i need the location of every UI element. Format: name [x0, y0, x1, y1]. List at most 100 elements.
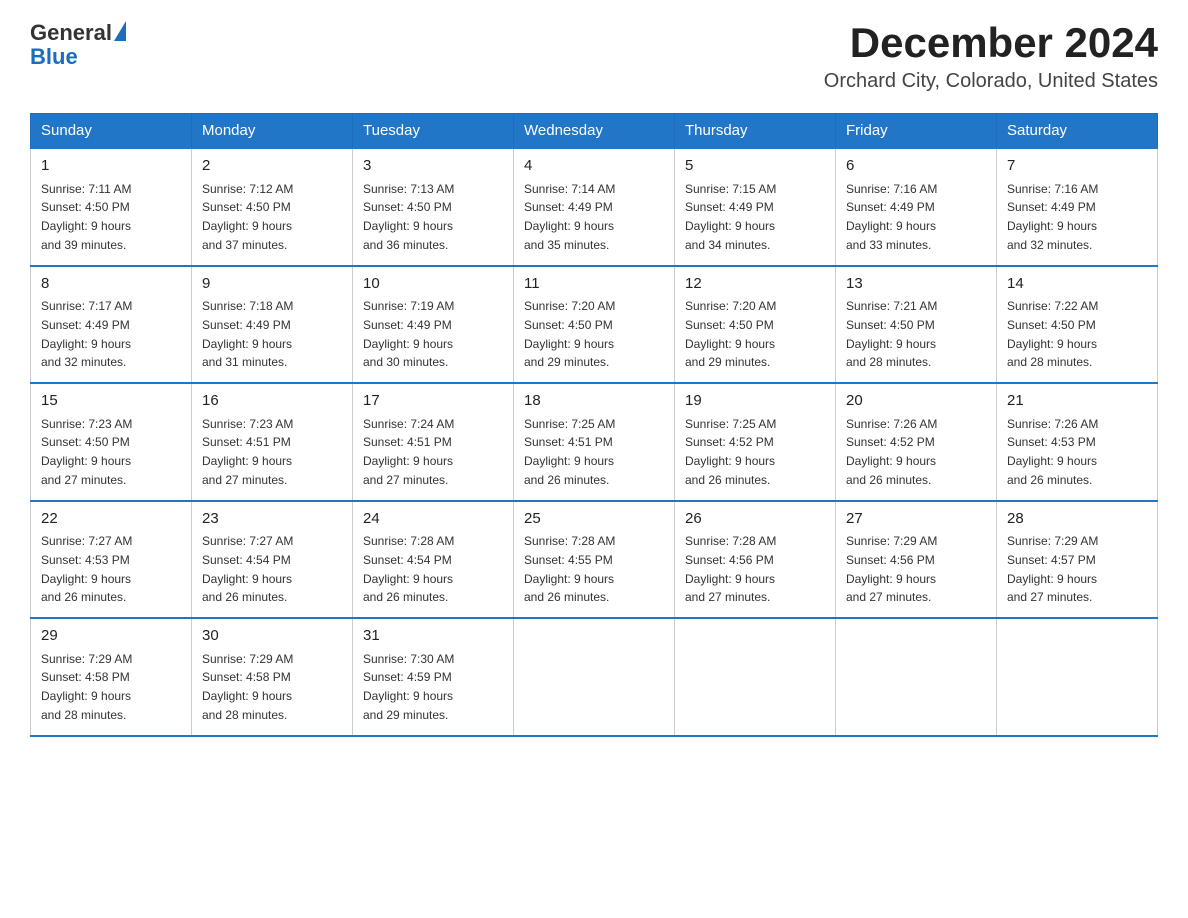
calendar-cell: 29 Sunrise: 7:29 AMSunset: 4:58 PMDayligh… — [31, 618, 192, 736]
day-info: Sunrise: 7:25 AMSunset: 4:51 PMDaylight:… — [524, 417, 615, 487]
day-number: 22 — [41, 508, 181, 531]
day-number: 5 — [685, 155, 825, 178]
day-number: 23 — [202, 508, 342, 531]
calendar-cell: 2 Sunrise: 7:12 AMSunset: 4:50 PMDaylight… — [192, 148, 353, 266]
month-title: December 2024 — [824, 20, 1158, 66]
day-info: Sunrise: 7:18 AMSunset: 4:49 PMDaylight:… — [202, 299, 293, 369]
calendar-cell: 7 Sunrise: 7:16 AMSunset: 4:49 PMDaylight… — [997, 148, 1158, 266]
title-area: December 2024 Orchard City, Colorado, Un… — [824, 20, 1158, 93]
day-info: Sunrise: 7:26 AMSunset: 4:53 PMDaylight:… — [1007, 417, 1098, 487]
day-number: 3 — [363, 155, 503, 178]
calendar-cell: 27Sunrise: 7:29 AMSunset: 4:56 PMDayligh… — [836, 501, 997, 619]
day-info: Sunrise: 7:28 AMSunset: 4:56 PMDaylight:… — [685, 534, 776, 604]
header-day-sunday: Sunday — [31, 114, 192, 149]
calendar-cell: 23 Sunrise: 7:27 AMSunset: 4:54 PMDayligh… — [192, 501, 353, 619]
day-number: 25 — [524, 508, 664, 531]
day-info: Sunrise: 7:27 AMSunset: 4:53 PMDaylight:… — [41, 534, 132, 604]
day-number: 26 — [685, 508, 825, 531]
header-day-friday: Friday — [836, 114, 997, 149]
calendar-cell — [675, 618, 836, 736]
day-number: 13 — [846, 273, 986, 296]
day-info: Sunrise: 7:16 AMSunset: 4:49 PMDaylight:… — [846, 182, 937, 252]
calendar-cell: 3 Sunrise: 7:13 AMSunset: 4:50 PMDaylight… — [353, 148, 514, 266]
calendar-cell: 10 Sunrise: 7:19 AMSunset: 4:49 PMDayligh… — [353, 266, 514, 384]
calendar-cell: 19 Sunrise: 7:25 AMSunset: 4:52 PMDayligh… — [675, 383, 836, 501]
calendar-header-row: SundayMondayTuesdayWednesdayThursdayFrid… — [31, 114, 1158, 149]
day-number: 4 — [524, 155, 664, 178]
calendar-cell: 8 Sunrise: 7:17 AMSunset: 4:49 PMDaylight… — [31, 266, 192, 384]
day-info: Sunrise: 7:29 AMSunset: 4:56 PMDaylight:… — [846, 534, 937, 604]
logo-blue-text: Blue — [30, 44, 78, 70]
calendar-cell — [836, 618, 997, 736]
day-info: Sunrise: 7:19 AMSunset: 4:49 PMDaylight:… — [363, 299, 454, 369]
day-info: Sunrise: 7:22 AMSunset: 4:50 PMDaylight:… — [1007, 299, 1098, 369]
day-info: Sunrise: 7:24 AMSunset: 4:51 PMDaylight:… — [363, 417, 454, 487]
week-row-5: 29 Sunrise: 7:29 AMSunset: 4:58 PMDayligh… — [31, 618, 1158, 736]
day-info: Sunrise: 7:17 AMSunset: 4:49 PMDaylight:… — [41, 299, 132, 369]
header-day-saturday: Saturday — [997, 114, 1158, 149]
week-row-3: 15Sunrise: 7:23 AMSunset: 4:50 PMDayligh… — [31, 383, 1158, 501]
day-info: Sunrise: 7:13 AMSunset: 4:50 PMDaylight:… — [363, 182, 454, 252]
day-number: 28 — [1007, 508, 1147, 531]
header-day-wednesday: Wednesday — [514, 114, 675, 149]
calendar-cell — [997, 618, 1158, 736]
day-info: Sunrise: 7:23 AMSunset: 4:50 PMDaylight:… — [41, 417, 132, 487]
day-info: Sunrise: 7:27 AMSunset: 4:54 PMDaylight:… — [202, 534, 293, 604]
logo-triangle-icon — [114, 21, 126, 41]
logo: General Blue — [30, 20, 126, 70]
header-day-thursday: Thursday — [675, 114, 836, 149]
day-number: 12 — [685, 273, 825, 296]
calendar-cell — [514, 618, 675, 736]
week-row-1: 1Sunrise: 7:11 AMSunset: 4:50 PMDaylight… — [31, 148, 1158, 266]
calendar-cell: 13 Sunrise: 7:21 AMSunset: 4:50 PMDayligh… — [836, 266, 997, 384]
calendar-cell: 9 Sunrise: 7:18 AMSunset: 4:49 PMDaylight… — [192, 266, 353, 384]
day-info: Sunrise: 7:21 AMSunset: 4:50 PMDaylight:… — [846, 299, 937, 369]
calendar-cell: 6Sunrise: 7:16 AMSunset: 4:49 PMDaylight… — [836, 148, 997, 266]
calendar-cell: 5 Sunrise: 7:15 AMSunset: 4:49 PMDaylight… — [675, 148, 836, 266]
day-number: 17 — [363, 390, 503, 413]
day-number: 24 — [363, 508, 503, 531]
week-row-2: 8 Sunrise: 7:17 AMSunset: 4:49 PMDaylight… — [31, 266, 1158, 384]
day-info: Sunrise: 7:29 AMSunset: 4:58 PMDaylight:… — [41, 652, 132, 722]
day-number: 11 — [524, 273, 664, 296]
day-number: 9 — [202, 273, 342, 296]
logo-general-text: General — [30, 20, 112, 46]
day-info: Sunrise: 7:20 AMSunset: 4:50 PMDaylight:… — [524, 299, 615, 369]
day-number: 29 — [41, 625, 181, 648]
header-day-tuesday: Tuesday — [353, 114, 514, 149]
calendar-cell: 30 Sunrise: 7:29 AMSunset: 4:58 PMDayligh… — [192, 618, 353, 736]
day-number: 8 — [41, 273, 181, 296]
day-info: Sunrise: 7:28 AMSunset: 4:55 PMDaylight:… — [524, 534, 615, 604]
calendar-cell: 15Sunrise: 7:23 AMSunset: 4:50 PMDayligh… — [31, 383, 192, 501]
day-number: 19 — [685, 390, 825, 413]
calendar-cell: 17 Sunrise: 7:24 AMSunset: 4:51 PMDayligh… — [353, 383, 514, 501]
day-info: Sunrise: 7:11 AMSunset: 4:50 PMDaylight:… — [41, 182, 132, 252]
day-info: Sunrise: 7:12 AMSunset: 4:50 PMDaylight:… — [202, 182, 293, 252]
calendar-cell: 4Sunrise: 7:14 AMSunset: 4:49 PMDaylight… — [514, 148, 675, 266]
calendar-table: SundayMondayTuesdayWednesdayThursdayFrid… — [30, 113, 1158, 737]
day-number: 18 — [524, 390, 664, 413]
calendar-cell: 28Sunrise: 7:29 AMSunset: 4:57 PMDayligh… — [997, 501, 1158, 619]
calendar-cell: 14 Sunrise: 7:22 AMSunset: 4:50 PMDayligh… — [997, 266, 1158, 384]
day-number: 30 — [202, 625, 342, 648]
location-subtitle: Orchard City, Colorado, United States — [824, 70, 1158, 93]
day-info: Sunrise: 7:28 AMSunset: 4:54 PMDaylight:… — [363, 534, 454, 604]
day-info: Sunrise: 7:29 AMSunset: 4:58 PMDaylight:… — [202, 652, 293, 722]
calendar-cell: 31Sunrise: 7:30 AMSunset: 4:59 PMDayligh… — [353, 618, 514, 736]
day-number: 21 — [1007, 390, 1147, 413]
day-info: Sunrise: 7:15 AMSunset: 4:49 PMDaylight:… — [685, 182, 776, 252]
day-info: Sunrise: 7:26 AMSunset: 4:52 PMDaylight:… — [846, 417, 937, 487]
calendar-cell: 12Sunrise: 7:20 AMSunset: 4:50 PMDayligh… — [675, 266, 836, 384]
week-row-4: 22 Sunrise: 7:27 AMSunset: 4:53 PMDayligh… — [31, 501, 1158, 619]
day-info: Sunrise: 7:30 AMSunset: 4:59 PMDaylight:… — [363, 652, 454, 722]
day-number: 7 — [1007, 155, 1147, 178]
day-number: 10 — [363, 273, 503, 296]
day-info: Sunrise: 7:16 AMSunset: 4:49 PMDaylight:… — [1007, 182, 1098, 252]
day-number: 2 — [202, 155, 342, 178]
day-info: Sunrise: 7:25 AMSunset: 4:52 PMDaylight:… — [685, 417, 776, 487]
calendar-cell: 1Sunrise: 7:11 AMSunset: 4:50 PMDaylight… — [31, 148, 192, 266]
calendar-cell: 21 Sunrise: 7:26 AMSunset: 4:53 PMDayligh… — [997, 383, 1158, 501]
calendar-cell: 16Sunrise: 7:23 AMSunset: 4:51 PMDayligh… — [192, 383, 353, 501]
day-number: 14 — [1007, 273, 1147, 296]
calendar-cell: 25 Sunrise: 7:28 AMSunset: 4:55 PMDayligh… — [514, 501, 675, 619]
